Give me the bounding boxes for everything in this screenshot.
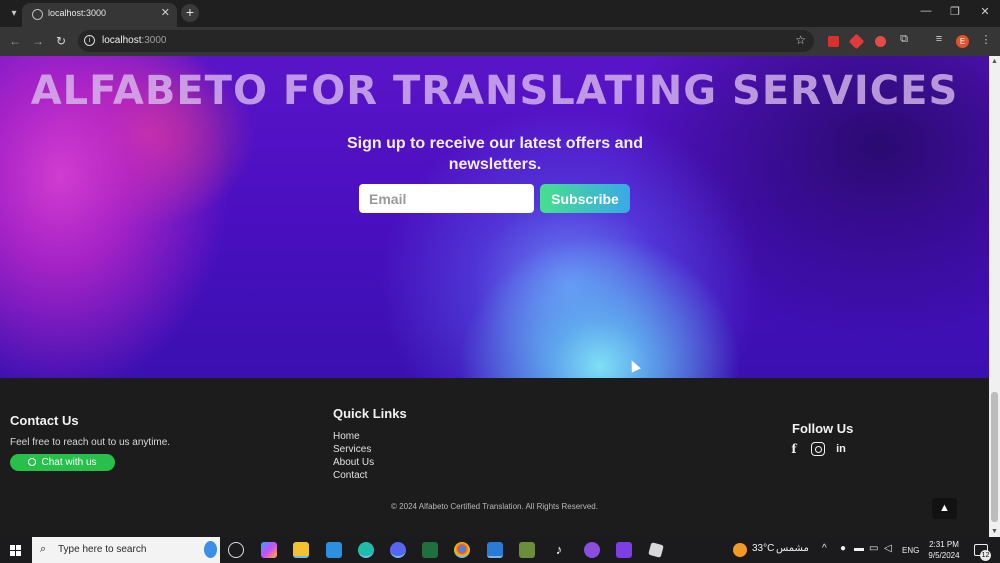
forward-icon[interactable]: → <box>31 34 45 48</box>
contact-title: Contact Us <box>10 413 79 428</box>
contact-text: Feel free to reach out to us anytime. <box>10 437 171 448</box>
follow-us-title: Follow Us <box>792 421 854 436</box>
extension-icon[interactable] <box>848 33 865 50</box>
quick-links-list: Home Services About Us Contact <box>333 430 374 482</box>
media-control-icon[interactable]: ≡ <box>932 33 946 45</box>
url-text[interactable]: localhost:3000 <box>102 35 167 46</box>
minecraft-icon[interactable] <box>519 542 535 558</box>
scroll-to-top-button[interactable]: ▲ <box>932 498 957 519</box>
whatsapp-icon <box>28 458 37 466</box>
instagram-icon[interactable] <box>811 442 825 456</box>
linkedin-icon[interactable]: in <box>834 442 848 456</box>
scrollbar-thumb[interactable] <box>991 392 998 522</box>
file-explorer-icon[interactable] <box>293 542 309 558</box>
restore-icon[interactable]: ❐ <box>945 5 965 18</box>
weather-sun-icon[interactable] <box>733 543 747 557</box>
quick-link-about-us[interactable]: About Us <box>333 456 374 469</box>
copilot-icon[interactable] <box>261 542 277 558</box>
tab-title: localhost:3000 <box>48 8 107 18</box>
network-icon[interactable]: ▭ <box>869 543 878 554</box>
chat-with-us-button[interactable]: Chat with us <box>10 454 115 471</box>
close-tab-icon[interactable]: ✕ <box>161 6 170 19</box>
quick-link-contact[interactable]: Contact <box>333 469 374 482</box>
signup-text: Sign up to receive our latest offers and… <box>346 135 644 173</box>
reload-icon[interactable]: ↻ <box>54 34 68 48</box>
app-icon[interactable] <box>422 542 438 558</box>
site-footer: Contact Us Feel free to reach out to us … <box>0 378 989 537</box>
new-tab-button[interactable]: + <box>181 4 199 22</box>
tiktok-icon[interactable]: ♪ <box>551 542 567 558</box>
app-icon[interactable] <box>326 542 342 558</box>
edge-icon[interactable] <box>358 542 374 558</box>
profile-avatar[interactable]: E <box>956 35 969 48</box>
minimize-icon[interactable]: — <box>916 5 936 17</box>
address-bar[interactable]: i localhost:3000 ☆ <box>78 30 814 52</box>
taskbar-search-box[interactable]: ⌕ Type here to search <box>32 537 220 563</box>
vscode-icon[interactable] <box>487 542 503 558</box>
extensions-puzzle-icon[interactable]: ⧉ <box>897 33 911 46</box>
roblox-icon[interactable] <box>648 542 664 558</box>
page-viewport: ALFABETO FOR TRANSLATING SERVICES Sign u… <box>0 56 989 537</box>
clock-date: 9/5/2024 <box>928 551 960 560</box>
quick-link-services[interactable]: Services <box>333 443 374 456</box>
volume-icon[interactable]: ◁ <box>884 543 892 554</box>
scroll-down-icon[interactable]: ▼ <box>991 528 998 535</box>
task-view-icon[interactable] <box>228 542 244 558</box>
kebab-menu-icon[interactable]: ⋮ <box>979 33 993 46</box>
newsletter-hero: ALFABETO FOR TRANSLATING SERVICES Sign u… <box>0 56 989 378</box>
email-input[interactable] <box>359 184 534 213</box>
hero-title: ALFABETO FOR TRANSLATING SERVICES <box>30 68 959 114</box>
mouse-cursor-icon <box>627 358 641 373</box>
globe-icon <box>32 9 43 20</box>
taskbar-search-placeholder: Type here to search <box>58 544 147 555</box>
extension-icon[interactable] <box>875 36 886 47</box>
chevron-up-icon[interactable]: ^ <box>822 543 827 554</box>
quick-link-home[interactable]: Home <box>333 430 374 443</box>
back-icon[interactable]: ← <box>8 34 22 48</box>
search-icon: ⌕ <box>40 543 47 555</box>
site-info-icon[interactable]: i <box>84 35 95 46</box>
search-highlight-icon <box>204 541 217 558</box>
microphone-icon[interactable]: ● <box>840 543 846 554</box>
weather-temperature[interactable]: 33°C <box>752 543 774 554</box>
bookmark-star-icon[interactable]: ☆ <box>795 33 806 47</box>
weather-text[interactable]: مشمس <box>776 543 809 554</box>
battery-icon[interactable]: ▬ <box>854 543 864 554</box>
github-desktop-icon[interactable] <box>584 542 600 558</box>
clock-time: 2:31 PM <box>929 540 959 549</box>
copyright-text: © 2024 Alfabeto Certified Translation. A… <box>391 502 598 511</box>
page-scrollbar[interactable]: ▲ ▼ <box>989 56 1000 537</box>
browser-tab-bar: ▾ localhost:3000 ✕ + — ❐ ✕ <box>0 0 1000 27</box>
windows-start-icon[interactable] <box>10 545 21 556</box>
scroll-up-icon[interactable]: ▲ <box>991 58 998 65</box>
windows-taskbar: ⌕ Type here to search ♪ 33°C مشمس ^ ● ▬ … <box>0 537 1000 563</box>
quick-links-title: Quick Links <box>333 406 407 421</box>
chrome-icon[interactable] <box>454 542 470 558</box>
browser-toolbar: ← → ↻ i localhost:3000 ☆ ⧉ ≡ E ⋮ <box>0 27 1000 56</box>
system-clock[interactable]: 2:31 PM 9/5/2024 <box>924 539 964 561</box>
browser-tab[interactable]: localhost:3000 ✕ <box>22 3 177 27</box>
facebook-icon[interactable]: f <box>787 442 801 456</box>
close-window-icon[interactable]: ✕ <box>975 5 995 18</box>
tab-search-button[interactable]: ▾ <box>6 6 22 22</box>
extension-icon[interactable] <box>828 36 839 47</box>
subscribe-button[interactable]: Subscribe <box>540 184 630 213</box>
notification-count-badge: 12 <box>980 550 991 561</box>
language-indicator[interactable]: ENG <box>902 546 919 555</box>
app-icon[interactable] <box>616 542 632 558</box>
discord-icon[interactable] <box>390 542 406 558</box>
